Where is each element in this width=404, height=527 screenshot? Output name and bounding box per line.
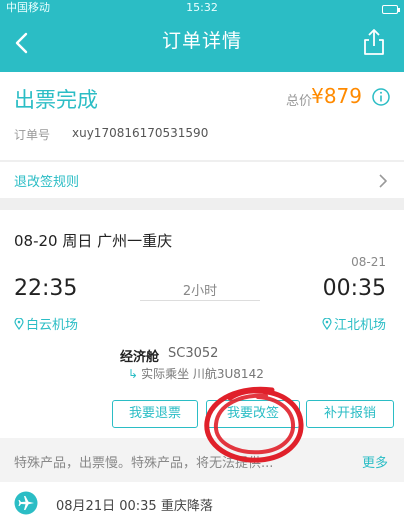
refund-button[interactable]: 我要退票: [112, 400, 198, 428]
rules-label: 退改签规则: [14, 175, 80, 190]
chevron-right-icon: [379, 174, 387, 188]
top-bar: 中国移动 15:32 订单详情: [0, 0, 404, 72]
departure-airport[interactable]: 白云机场: [14, 314, 78, 333]
arrival-airport-name: 江北机场: [333, 318, 386, 333]
location-pin-icon: [14, 318, 24, 330]
info-icon[interactable]: [372, 88, 390, 106]
flight-number: SC3052: [168, 346, 219, 361]
arrival-airport[interactable]: 江北机场: [322, 314, 386, 333]
airplane-icon: [14, 491, 38, 515]
flight-info-card: 08-20 周日 广州一重庆 08-21 22:35 2小时 00:35 白云机…: [0, 210, 404, 438]
date-route: 08-20 周日 广州一重庆: [14, 232, 173, 250]
actual-flight-text: 实际乘坐 川航3U8142: [141, 367, 264, 381]
order-number-label: 订单号: [14, 128, 51, 142]
location-pin-icon: [322, 318, 332, 330]
landing-text: 08月21日 00:35 重庆降落: [56, 499, 213, 514]
battery-icon: [382, 1, 400, 17]
notice-text: 特殊产品，出票慢。特殊产品，将无法提供...: [14, 456, 274, 471]
arrival-time: 00:35: [322, 276, 386, 301]
clock: 15:32: [186, 1, 218, 14]
invoice-button[interactable]: 补开报销: [306, 400, 394, 428]
status-bar: 中国移动 15:32: [0, 0, 404, 16]
arrival-date: 08-21: [351, 255, 386, 269]
cabin-class: 经济舱: [120, 350, 160, 365]
flight-duration: 2小时: [182, 284, 218, 299]
codeshare-arrow-icon: ↳: [128, 367, 139, 381]
order-summary-card: 出票完成 总价 ¥879 订单号 xuy170816170531590: [0, 72, 404, 160]
page-title: 订单详情: [161, 30, 242, 52]
total-label: 总价: [285, 94, 312, 109]
share-icon[interactable]: [362, 28, 386, 56]
change-ticket-button[interactable]: 我要改签: [206, 400, 300, 428]
order-status: 出票完成: [14, 88, 98, 112]
departure-time: 22:35: [14, 276, 78, 301]
duration-line: [140, 300, 260, 301]
total-price: ¥879: [311, 84, 362, 108]
order-number: xuy170816170531590: [72, 126, 209, 140]
actual-flight: ↳ 实际乘坐 川航3U8142: [128, 365, 264, 382]
landing-row: 08月21日 00:35 重庆降落: [0, 482, 404, 527]
notice-bar: 特殊产品，出票慢。特殊产品，将无法提供... 更多: [0, 438, 404, 482]
departure-airport-name: 白云机场: [26, 318, 79, 333]
refund-change-rules-row[interactable]: 退改签规则: [0, 162, 404, 198]
notice-more-link[interactable]: 更多: [362, 452, 388, 471]
